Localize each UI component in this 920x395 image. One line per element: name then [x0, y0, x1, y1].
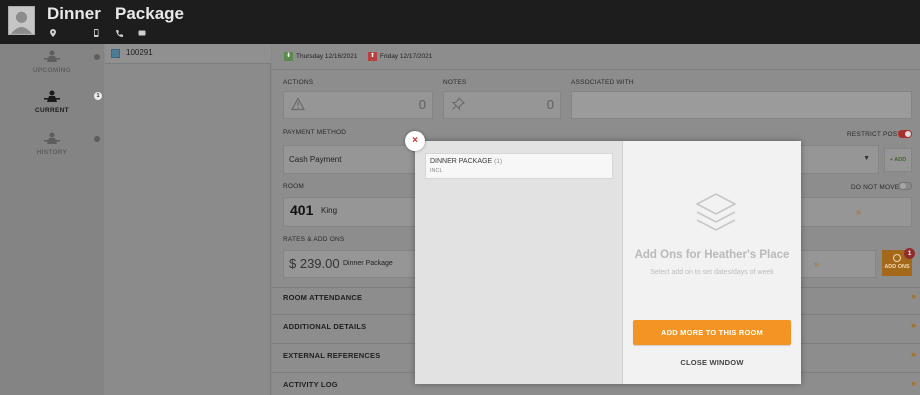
- nav-current-label: CURRENT: [35, 107, 69, 114]
- message-icon[interactable]: [137, 28, 147, 38]
- location-pin-icon[interactable]: [48, 28, 58, 38]
- section-activity-log[interactable]: ACTIVITY LOG: [283, 380, 338, 389]
- rate-amount: $ 239.00: [289, 256, 340, 271]
- package-quantity: (1): [494, 158, 503, 165]
- warning-icon: [291, 97, 305, 111]
- rate-package: Dinner Package: [343, 260, 393, 267]
- expand-chevron-icon[interactable]: »: [911, 292, 916, 301]
- departure-date-text: Friday 12/17/2021: [380, 53, 433, 60]
- actions-label: ACTIONS: [283, 79, 314, 86]
- do-not-move-label: DO NOT MOVE: [851, 184, 900, 191]
- rates-label: RATES & ADD ONS: [283, 236, 345, 243]
- booking-id: 100291: [126, 48, 153, 57]
- arrival-date-text: Thursday 12/16/2021: [296, 53, 358, 60]
- add-ons-subtitle: Select add on to set dates/days of week: [650, 269, 774, 276]
- expand-chevron-icon[interactable]: »: [911, 321, 916, 330]
- section-external-references[interactable]: EXTERNAL REFERENCES: [283, 351, 380, 360]
- notes-label: NOTES: [443, 79, 467, 86]
- add-ons-modal: DINNER PACKAGE (1) INCL Add Ons for Heat…: [415, 141, 801, 384]
- double-chevron-right-icon[interactable]: »: [856, 207, 861, 217]
- divider: [272, 69, 920, 70]
- nav-history-label: HISTORY: [36, 149, 68, 156]
- add-ons-count-badge: 1: [904, 248, 915, 259]
- selected-add-ons-panel: DINNER PACKAGE (1) INCL: [415, 141, 623, 384]
- departure-arrow-icon: ⬆: [368, 51, 377, 61]
- guest-avatar[interactable]: [8, 6, 35, 35]
- nav-upcoming-label: UPCOMING: [32, 67, 72, 74]
- top-header: Dinner Package: [0, 0, 920, 44]
- associated-field[interactable]: [571, 91, 912, 119]
- associated-label: ASSOCIATED WITH: [571, 79, 634, 86]
- departure-date[interactable]: ⬆ Friday 12/17/2021: [368, 51, 432, 63]
- add-ons-title: Add Ons for Heather's Place: [634, 249, 790, 261]
- nav-current-badge: 1: [94, 92, 102, 100]
- expand-chevron-icon[interactable]: »: [911, 350, 916, 359]
- person-desk-icon: [43, 132, 61, 146]
- person-desk-icon: [43, 50, 61, 64]
- expand-chevron-icon[interactable]: »: [911, 379, 916, 388]
- add-ons-info-panel: Add Ons for Heather's Place Select add o…: [623, 141, 801, 384]
- room-number: 401: [290, 202, 314, 218]
- booking-row[interactable]: 100291: [105, 44, 271, 64]
- package-card[interactable]: DINNER PACKAGE (1) INCL: [425, 153, 613, 179]
- layers-icon: [693, 190, 739, 240]
- section-additional-details[interactable]: ADDITIONAL DETAILS: [283, 322, 366, 331]
- guest-last-name: Package: [115, 4, 184, 23]
- restrict-post-toggle[interactable]: [898, 130, 912, 138]
- close-window-button[interactable]: CLOSE WINDOW: [623, 358, 801, 367]
- nav-history[interactable]: HISTORY: [0, 132, 104, 156]
- package-inclusion: INCL: [430, 168, 443, 174]
- notes-field[interactable]: 0: [443, 91, 561, 119]
- package-name-line: DINNER PACKAGE (1): [430, 158, 502, 165]
- actions-count: 0: [418, 97, 426, 112]
- payment-method-value: Cash Payment: [289, 155, 342, 164]
- restrict-post-label: RESTRICT POST: [847, 131, 902, 138]
- add-more-to-room-button[interactable]: ADD MORE TO THIS ROOM: [633, 320, 791, 345]
- nav-upcoming[interactable]: UPCOMING: [0, 50, 104, 74]
- package-name: DINNER PACKAGE: [430, 158, 493, 165]
- add-ons-icon: [893, 254, 901, 262]
- notes-count: 0: [546, 97, 554, 112]
- nav-upcoming-indicator: [94, 54, 100, 60]
- pin-icon: [451, 97, 465, 111]
- phone-icon[interactable]: [114, 28, 124, 38]
- actions-field[interactable]: 0: [283, 91, 433, 119]
- nav-current[interactable]: CURRENT 1: [0, 90, 104, 114]
- do-not-move-toggle[interactable]: [898, 182, 912, 190]
- chevron-down-icon: ▼: [863, 155, 870, 162]
- left-nav: UPCOMING CURRENT 1 HISTORY: [0, 44, 104, 395]
- booking-list: 100291: [105, 44, 271, 395]
- booking-type-icon: [111, 49, 120, 58]
- add-ons-button-label: ADD ONS: [884, 264, 910, 270]
- room-label: ROOM: [283, 183, 305, 190]
- person-desk-icon: [43, 90, 61, 104]
- section-room-attendance[interactable]: ROOM ATTENDANCE: [283, 293, 362, 302]
- mobile-phone-icon[interactable]: [91, 28, 101, 38]
- close-icon[interactable]: ×: [405, 131, 425, 151]
- arrival-date[interactable]: ⬇ Thursday 12/16/2021: [284, 51, 357, 63]
- room-type: King: [321, 206, 338, 215]
- double-chevron-right-icon[interactable]: »: [814, 259, 819, 269]
- payment-label: PAYMENT METHOD: [283, 129, 347, 136]
- add-payment-button[interactable]: + ADD: [884, 148, 912, 172]
- guest-first-name: Dinner: [47, 4, 101, 23]
- nav-history-indicator: [94, 136, 100, 142]
- arrival-arrow-icon: ⬇: [284, 51, 293, 61]
